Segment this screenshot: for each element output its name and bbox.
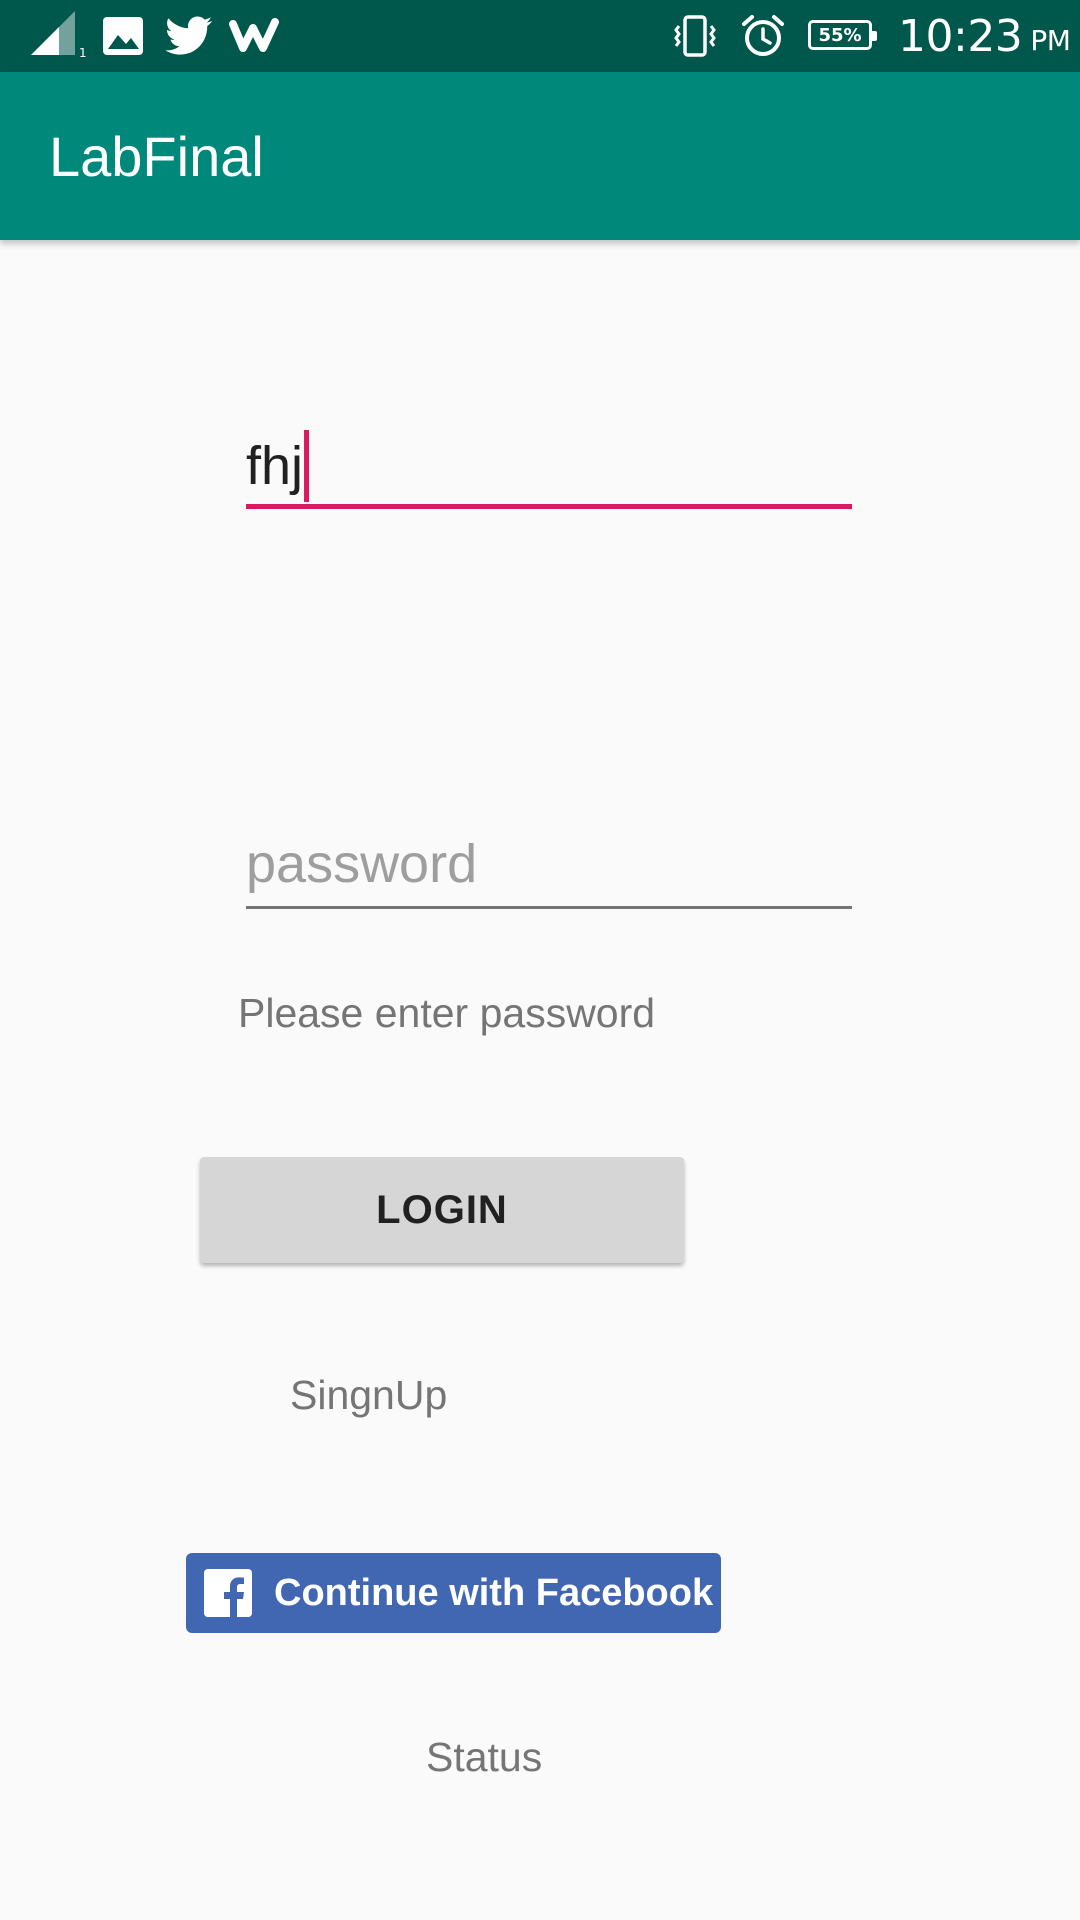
twitter-icon — [164, 0, 214, 72]
facebook-button-label: Continue with Facebook — [274, 1571, 714, 1614]
status-bar: 1 55% 10:23 PM — [0, 0, 1080, 72]
text-cursor — [304, 430, 310, 502]
battery-icon: 55% — [808, 20, 877, 50]
wattpad-icon — [228, 0, 284, 72]
password-field[interactable]: password — [246, 826, 852, 920]
facebook-login-button[interactable]: Continue with Facebook — [186, 1553, 721, 1633]
password-underline — [246, 906, 852, 909]
username-field[interactable]: fhj — [246, 428, 852, 522]
signal-icon: 1 — [28, 0, 88, 72]
password-hint: Please enter password — [238, 990, 656, 1036]
username-underline — [246, 504, 852, 509]
username-value: fhj — [246, 436, 304, 496]
signup-link[interactable]: SingnUp — [290, 1372, 447, 1419]
password-input[interactable]: password — [246, 826, 852, 902]
facebook-icon — [204, 1569, 252, 1617]
password-placeholder: password — [246, 834, 478, 894]
clock: 10:23 PM — [898, 0, 1071, 72]
clock-time: 10:23 — [898, 10, 1023, 62]
battery-level: 55% — [818, 24, 862, 46]
username-input[interactable]: fhj — [246, 428, 852, 504]
svg-text:1: 1 — [79, 46, 87, 60]
login-button[interactable]: LOGIN — [200, 1157, 684, 1263]
clock-ampm: PM — [1030, 23, 1071, 57]
alarm-icon — [738, 0, 788, 72]
app-title: LabFinal — [49, 124, 264, 188]
status-label: Status — [426, 1734, 543, 1780]
app-bar: LabFinal — [0, 72, 1080, 240]
gallery-icon — [100, 0, 146, 72]
vibrate-icon — [672, 0, 718, 72]
